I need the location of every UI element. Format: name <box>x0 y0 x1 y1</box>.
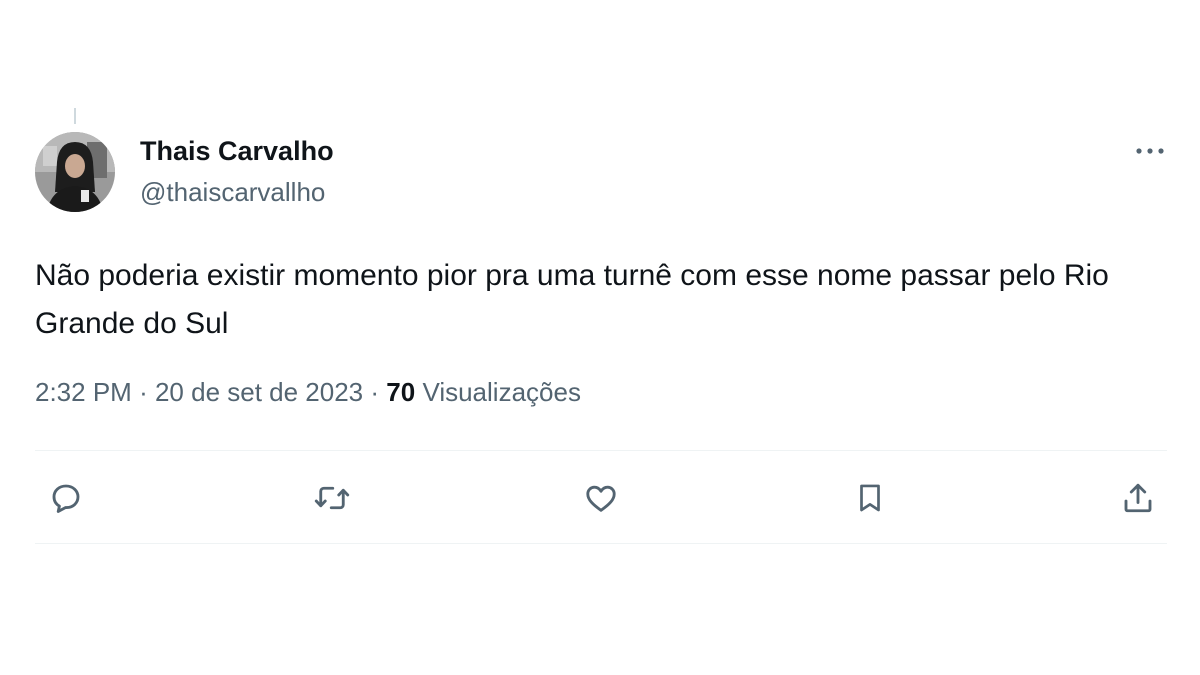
author-handle[interactable]: @thaiscarvallho <box>140 177 325 208</box>
views-count: 70 <box>386 377 416 407</box>
thread-line <box>74 108 76 124</box>
divider <box>35 450 1167 451</box>
bookmark-button[interactable] <box>848 476 892 520</box>
tweet-meta: 2:32 PM · 20 de set de 2023 · 70 Visuali… <box>35 377 581 408</box>
divider <box>35 543 1167 544</box>
like-button[interactable] <box>579 476 623 520</box>
meta-separator: · <box>370 377 380 407</box>
more-horizontal-icon <box>1136 148 1164 154</box>
heart-icon <box>586 485 616 512</box>
more-options-button[interactable] <box>1128 136 1172 166</box>
avatar-image <box>35 132 115 212</box>
reply-icon <box>52 484 80 513</box>
tweet-time[interactable]: 2:32 PM <box>35 377 132 407</box>
author-display-name[interactable]: Thais Carvalho <box>140 136 334 167</box>
meta-separator: · <box>139 377 148 407</box>
retweet-button[interactable] <box>310 476 354 520</box>
avatar[interactable] <box>35 132 115 212</box>
share-button[interactable] <box>1116 476 1160 520</box>
retweet-icon <box>314 486 350 510</box>
tweet-card: Thais Carvalho @thaiscarvallho Não poder… <box>0 0 1200 675</box>
tweet-date[interactable]: 20 de set de 2023 <box>155 377 363 407</box>
tweet-text: Não poderia existir momento pior pra uma… <box>35 259 1109 340</box>
views-label: Visualizações <box>422 377 581 407</box>
reply-button[interactable] <box>44 476 88 520</box>
share-icon <box>1124 483 1152 513</box>
bookmark-icon <box>860 484 880 512</box>
